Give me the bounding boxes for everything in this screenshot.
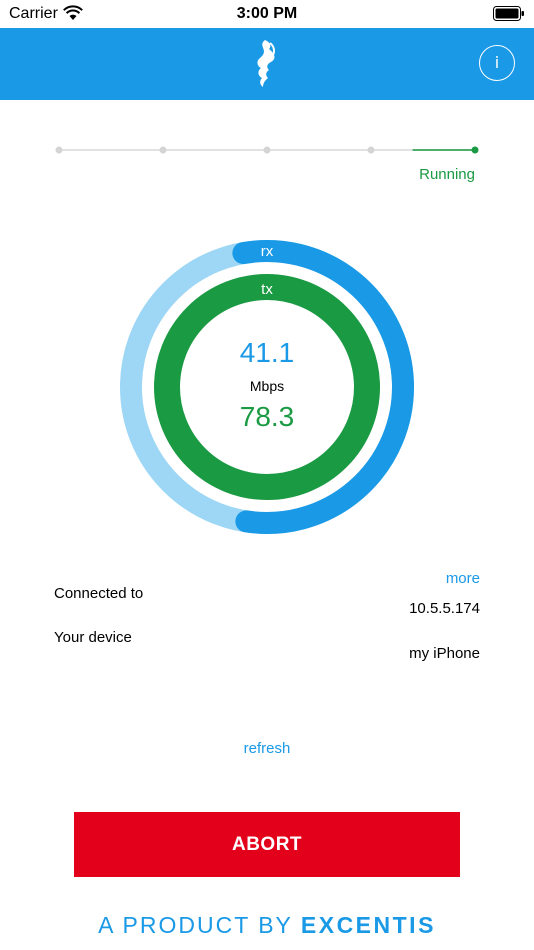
progress-step-dot [471,146,479,154]
connected-to-label: Connected to [54,585,144,602]
footer: A PRODUCT BY EXCENTIS [0,912,534,939]
progress-step-dot [55,146,63,154]
tx-speed-value: 78.3 [239,401,295,432]
refresh-link[interactable]: refresh [0,740,534,757]
progress-step-dot [263,146,271,154]
progress-status-label: Running [419,166,475,183]
speed-unit: Mbps [249,378,285,394]
flame-logo-icon [257,40,275,87]
status-bar: Carrier 3:00 PM [0,0,534,28]
footer-tagline: A PRODUCT BY [98,912,293,938]
battery-icon [493,6,524,21]
tx-label: tx [261,281,273,298]
connected-to-value: 10.5.5.174 [409,600,480,617]
more-link[interactable]: more [446,570,480,587]
your-device-label: Your device [54,629,132,646]
rx-speed-value: 41.1 [239,337,295,368]
abort-button[interactable]: ABORT [74,812,460,877]
brand-logo: EXCENTIS [300,912,436,938]
nav-bar: i [0,28,534,100]
your-device-value: my iPhone [409,645,480,662]
status-time: 3:00 PM [236,5,298,22]
progress-step-dot [159,146,167,154]
rx-label: rx [260,243,274,260]
info-button[interactable]: i [479,45,515,81]
progress-step-dot [367,146,375,154]
progress-indicator [55,146,479,154]
